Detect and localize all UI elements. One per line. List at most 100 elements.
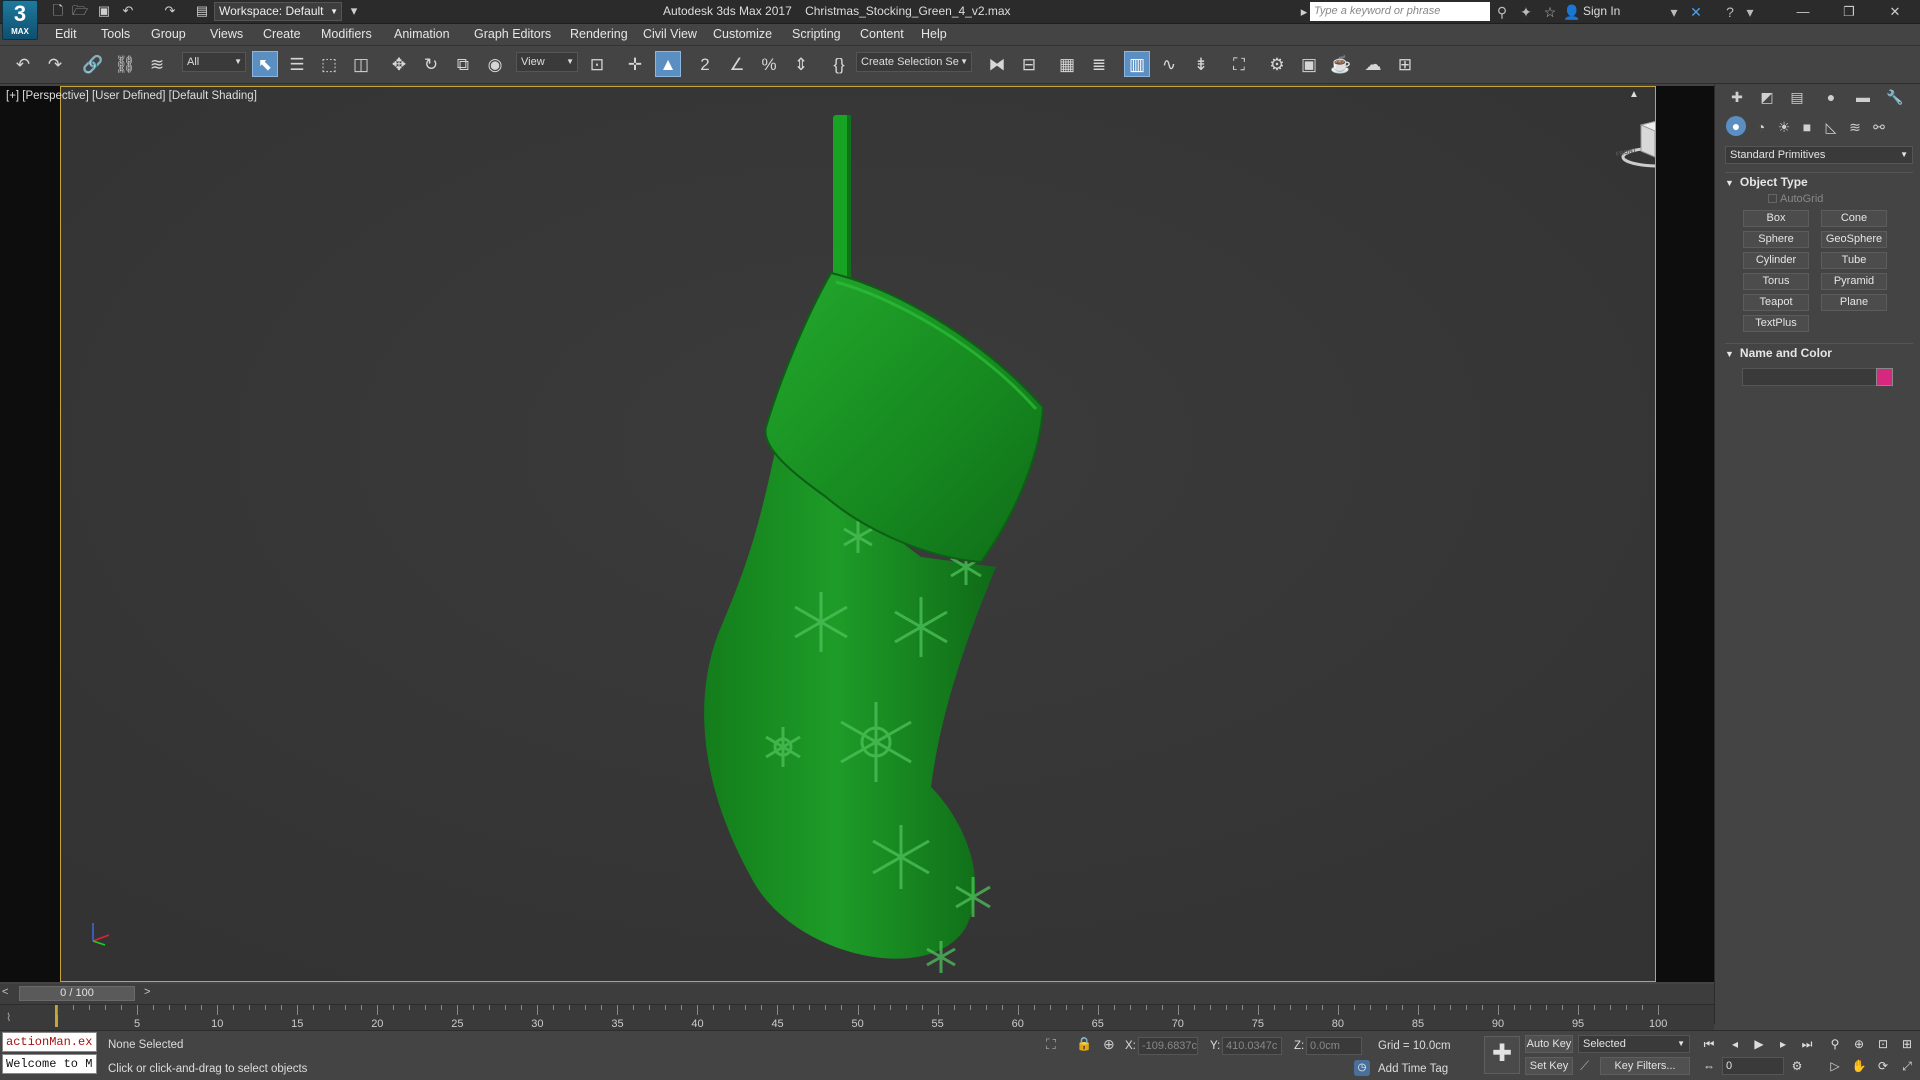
auto-key-button[interactable]: Auto Key	[1525, 1035, 1573, 1053]
viewport-label-menu[interactable]: [+] [Perspective] [User Defined] [Defaul…	[6, 90, 257, 102]
redo-icon[interactable]: ↷	[162, 3, 178, 19]
pyramid-button[interactable]: Pyramid	[1821, 273, 1887, 290]
zoom-icon[interactable]: ⚲	[1826, 1035, 1844, 1053]
hierarchy-tab-icon[interactable]: ▤	[1786, 86, 1808, 108]
menu-create[interactable]: Create	[263, 27, 301, 41]
menu-civil-view[interactable]: Civil View	[643, 27, 697, 41]
helpers-icon[interactable]: ◺	[1820, 116, 1842, 138]
z-coordinate-input[interactable]: 0.0cm	[1306, 1037, 1362, 1055]
open-file-icon[interactable]: 🗁	[72, 3, 88, 19]
snaps-toggle-icon[interactable]: 2	[692, 52, 718, 78]
menu-edit[interactable]: Edit	[55, 27, 77, 41]
viewport-lock-icon[interactable]: ▲	[1629, 89, 1639, 100]
name-and-color-rollout[interactable]: ▼ Name and Color	[1725, 343, 1913, 361]
shapes-icon[interactable]: ◔	[1750, 116, 1772, 138]
spinner-snap-icon[interactable]: ⇕	[788, 52, 814, 78]
new-file-icon[interactable]: 🗋	[50, 3, 66, 19]
chevron-down-icon[interactable]: ▾	[1740, 2, 1760, 22]
restore-icon[interactable]: ❐	[1826, 0, 1872, 24]
scale-icon[interactable]: ⧉	[450, 52, 476, 78]
selection-filter-select[interactable]: All ▼	[182, 52, 246, 72]
manipulate-icon[interactable]: ✛	[622, 52, 648, 78]
window-crossing-icon[interactable]: ◫	[348, 52, 374, 78]
zoom-extents-all-icon[interactable]: ⊞	[1898, 1035, 1916, 1053]
box-button[interactable]: Box	[1743, 210, 1809, 227]
menu-rendering[interactable]: Rendering	[570, 27, 628, 41]
sphere-button[interactable]: Sphere	[1743, 231, 1809, 248]
create-tab-icon[interactable]: ✚	[1726, 86, 1748, 108]
object-name-input[interactable]	[1742, 368, 1877, 386]
perspective-viewport[interactable]: FRONT ▲	[60, 86, 1656, 982]
track-bar[interactable]: ⌇ 5 10 15 20 25 30 35 40 45 50 55 60 65 70 75 80 85 90 95 1…	[0, 1004, 1714, 1030]
set-key-button[interactable]: Set Key	[1525, 1057, 1573, 1075]
menu-graph-editors[interactable]: Graph Editors	[474, 27, 551, 41]
edit-named-selection-icon[interactable]: {}	[826, 52, 852, 78]
menu-views[interactable]: Views	[210, 27, 243, 41]
angle-snap-icon[interactable]: ∠	[724, 52, 750, 78]
display-tab-icon[interactable]: ▬	[1852, 86, 1874, 108]
menu-customize[interactable]: Customize	[713, 27, 772, 41]
bind-to-space-warp-icon[interactable]: ≋	[144, 52, 170, 78]
time-configuration-icon[interactable]: ⚙	[1788, 1057, 1806, 1075]
play-icon[interactable]: ▶	[1750, 1035, 1768, 1053]
project-folder-icon[interactable]: ▤	[194, 3, 210, 19]
scene-explorer-icon[interactable]: ▦	[1054, 52, 1080, 78]
toggle-ribbon-icon[interactable]: ▥	[1124, 51, 1150, 77]
menu-group[interactable]: Group	[151, 27, 186, 41]
autogrid-checkbox[interactable]: AutoGrid	[1768, 193, 1823, 205]
isolate-selection-icon[interactable]: ⛶	[1046, 1036, 1056, 1053]
close-icon[interactable]: ✕	[1872, 0, 1918, 24]
geosphere-button[interactable]: GeoSphere	[1821, 231, 1887, 248]
maxscript-output[interactable]: Welcome to M	[2, 1054, 97, 1074]
field-of-view-icon[interactable]: ▷	[1826, 1057, 1844, 1075]
maximize-viewport-icon[interactable]: ⤢	[1898, 1057, 1916, 1075]
primitive-category-select[interactable]: Standard Primitives ▼	[1725, 146, 1913, 164]
absolute-mode-icon[interactable]: ⊕	[1103, 1036, 1115, 1053]
menu-scripting[interactable]: Scripting	[792, 27, 841, 41]
time-slider-thumb[interactable]: 0 / 100	[19, 986, 135, 1001]
percent-snap-icon[interactable]: %	[756, 52, 782, 78]
cone-button[interactable]: Cone	[1821, 210, 1887, 227]
orbit-icon[interactable]: ⟳	[1874, 1057, 1892, 1075]
y-coordinate-input[interactable]: 410.0347c	[1222, 1037, 1282, 1055]
named-selection-set-select[interactable]: Create Selection Se ▼	[856, 52, 972, 72]
workspace-selector[interactable]: Workspace: Default ▼	[214, 2, 342, 21]
geometry-icon[interactable]: ●	[1726, 116, 1746, 136]
menu-animation[interactable]: Animation	[394, 27, 450, 41]
go-to-start-icon[interactable]: ⏮	[1700, 1035, 1718, 1053]
binoculars-icon[interactable]: ⚲	[1492, 2, 1512, 22]
maxscript-listener-input[interactable]: actionMan.ex	[2, 1032, 97, 1052]
next-frame-button[interactable]: >	[144, 986, 150, 998]
menu-modifiers[interactable]: Modifiers	[321, 27, 372, 41]
previous-frame-icon[interactable]: ◂	[1726, 1035, 1744, 1053]
application-menu-button[interactable]: 3 MAX	[2, 0, 38, 40]
key-tangent-icon[interactable]: ⟋	[1580, 1058, 1589, 1074]
textplus-button[interactable]: TextPlus	[1743, 315, 1809, 332]
mirror-icon[interactable]: ⧓	[984, 52, 1010, 78]
layer-explorer-icon[interactable]: ≣	[1086, 52, 1112, 78]
zoom-extents-icon[interactable]: ⊡	[1874, 1035, 1892, 1053]
unlink-selection-icon[interactable]: ⛓	[112, 52, 138, 78]
modify-tab-icon[interactable]: ◩	[1756, 86, 1778, 108]
favorites-star-icon[interactable]: ☆	[1540, 2, 1560, 22]
systems-icon[interactable]: ⚯	[1868, 116, 1890, 138]
next-frame-icon[interactable]: ▸	[1774, 1035, 1792, 1053]
add-time-tag-button[interactable]: Add Time Tag	[1378, 1063, 1448, 1075]
chevron-down-icon[interactable]: ▾	[1664, 2, 1684, 22]
set-key-plus-icon[interactable]: ✚	[1484, 1036, 1520, 1074]
menu-help[interactable]: Help	[921, 27, 947, 41]
rectangular-selection-icon[interactable]: ⬚	[316, 52, 342, 78]
plane-button[interactable]: Plane	[1821, 294, 1887, 311]
subscription-icon[interactable]: ✦	[1516, 2, 1536, 22]
render-setup-icon[interactable]: ⚙	[1264, 52, 1290, 78]
render-production-icon[interactable]: ☕	[1328, 52, 1354, 78]
minimize-icon[interactable]: —	[1780, 0, 1826, 24]
place-icon[interactable]: ◉	[482, 52, 508, 78]
material-editor-icon[interactable]: ⛶	[1226, 52, 1252, 78]
key-filters-button[interactable]: Key Filters...	[1600, 1057, 1690, 1075]
cylinder-button[interactable]: Cylinder	[1743, 252, 1809, 269]
motion-tab-icon[interactable]: ●	[1820, 86, 1842, 108]
exchange-apps-icon[interactable]: ✕	[1686, 2, 1706, 22]
key-mode-toggle-icon[interactable]: ⇔	[1700, 1057, 1718, 1075]
move-icon[interactable]: ✥	[386, 52, 412, 78]
